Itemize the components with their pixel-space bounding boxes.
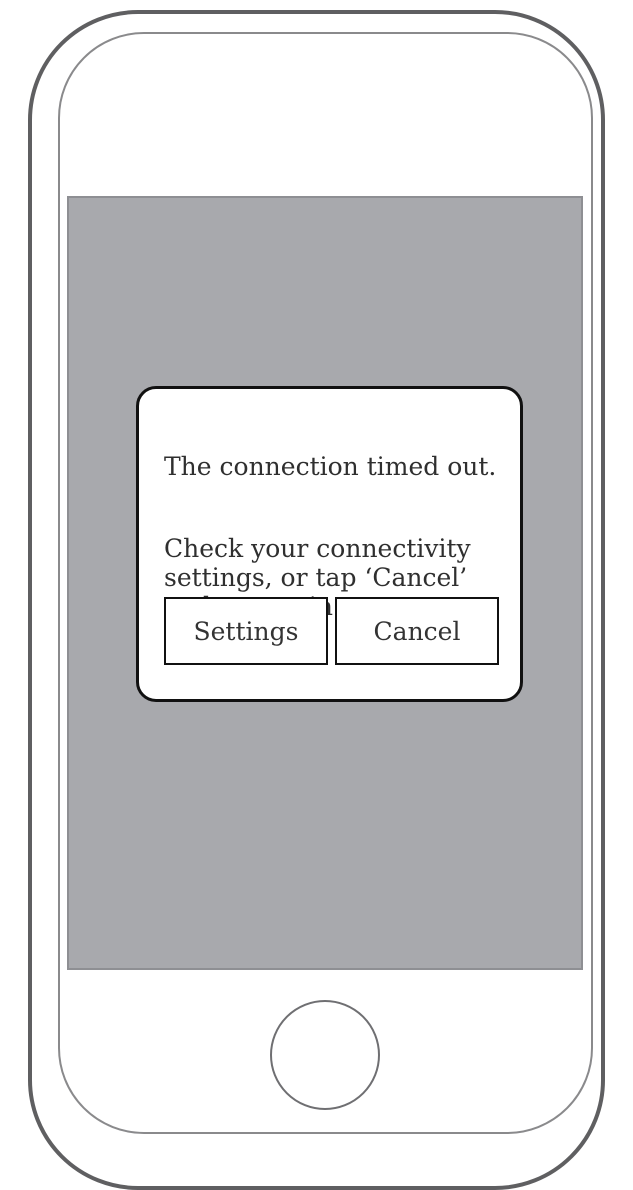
cancel-button[interactable]: Cancel: [335, 597, 499, 665]
dialog-title: The connection timed out.: [164, 452, 497, 481]
home-button-icon[interactable]: [270, 1000, 380, 1110]
settings-button[interactable]: Settings: [164, 597, 328, 665]
timeout-dialog: The connection timed out. Check your con…: [136, 386, 523, 702]
